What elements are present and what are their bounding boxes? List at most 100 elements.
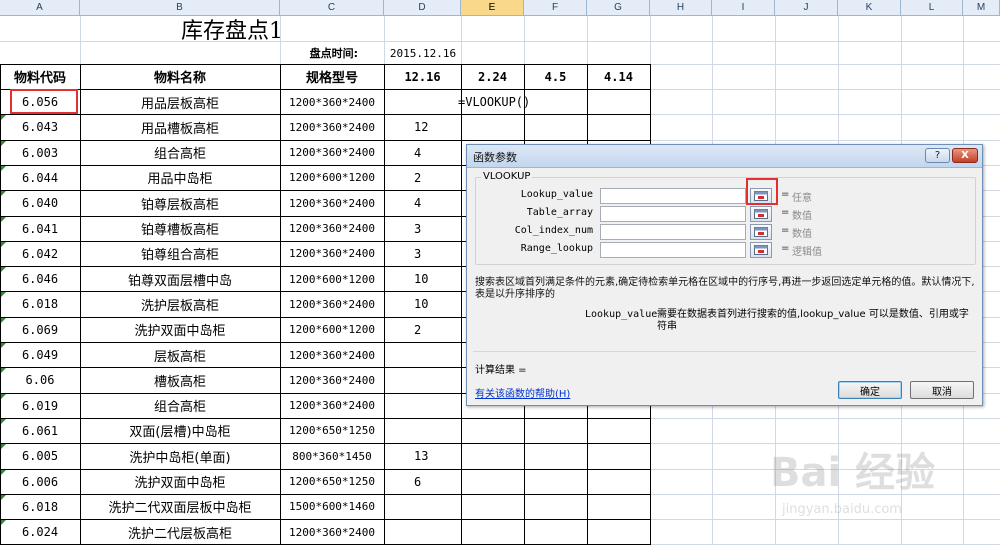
cell-material-code[interactable]: 6.003: [0, 141, 80, 165]
dialog-title-bar[interactable]: 函数参数 ? X: [467, 145, 982, 168]
header-spec[interactable]: 规格型号: [280, 64, 384, 89]
cell-qty[interactable]: 4: [384, 141, 461, 165]
cell-material-name[interactable]: 洗护二代层板高柜: [80, 520, 280, 544]
check-time-label[interactable]: 盘点时间:: [280, 42, 384, 64]
cell-qty[interactable]: [384, 394, 461, 418]
cell-material-name[interactable]: 洗护中岛柜(单面): [80, 444, 280, 468]
cell-material-name[interactable]: 洗护二代双面层板中岛柜: [80, 495, 280, 519]
cell-material-name[interactable]: 用品槽板高柜: [80, 115, 280, 139]
cell-material-name[interactable]: 用品层板高柜: [80, 90, 280, 114]
collapse-dialog-icon[interactable]: [750, 224, 772, 240]
function-help-link[interactable]: 有关该函数的帮助(H): [475, 385, 570, 400]
argument-input[interactable]: [600, 188, 746, 204]
cell-spec[interactable]: 1200*600*1200: [280, 318, 384, 342]
cell-material-name[interactable]: 组合高柜: [80, 394, 280, 418]
cell-material-code[interactable]: 6.061: [0, 419, 80, 443]
column-header-k[interactable]: K: [838, 0, 901, 16]
cell-spec[interactable]: 1200*360*2400: [280, 141, 384, 165]
cell-material-name[interactable]: 洗护双面中岛柜: [80, 318, 280, 342]
cell-spec[interactable]: 1200*360*2400: [280, 217, 384, 241]
cell-material-code[interactable]: 6.042: [0, 242, 80, 266]
cell-material-code[interactable]: 6.06: [0, 368, 80, 392]
cell-material-code[interactable]: 6.018: [0, 495, 80, 519]
cell-spec[interactable]: 1200*360*2400: [280, 368, 384, 392]
cell-spec[interactable]: 1200*360*2400: [280, 343, 384, 367]
cell-material-code[interactable]: 6.041: [0, 217, 80, 241]
header-material-code[interactable]: 物料代码: [0, 64, 80, 89]
cell-material-code[interactable]: 6.044: [0, 166, 80, 190]
cell-material-code[interactable]: 6.005: [0, 444, 80, 468]
cell-spec[interactable]: 1200*360*2400: [280, 242, 384, 266]
cell-material-code[interactable]: 6.024: [0, 520, 80, 544]
column-header-j[interactable]: J: [775, 0, 838, 16]
cell-material-name[interactable]: 洗护层板高柜: [80, 292, 280, 316]
cell-material-name[interactable]: 铂尊槽板高柜: [80, 217, 280, 241]
cell-qty[interactable]: 12: [384, 115, 461, 139]
cell-qty[interactable]: [384, 343, 461, 367]
cell-qty[interactable]: [384, 495, 461, 519]
column-header-l[interactable]: L: [901, 0, 963, 16]
cell-spec[interactable]: 1500*600*1460: [280, 495, 384, 519]
column-header-i[interactable]: I: [712, 0, 775, 16]
cell-material-name[interactable]: 用品中岛柜: [80, 166, 280, 190]
cell-qty[interactable]: 4: [384, 191, 461, 215]
header-material-name[interactable]: 物料名称: [80, 64, 280, 89]
column-header-h[interactable]: H: [650, 0, 712, 16]
cell-qty[interactable]: 10: [384, 267, 461, 291]
collapse-dialog-icon[interactable]: [750, 242, 772, 258]
cell-spec[interactable]: 1200*600*1200: [280, 267, 384, 291]
cell-spec[interactable]: 1200*360*2400: [280, 115, 384, 139]
cell-material-code[interactable]: 6.018: [0, 292, 80, 316]
formula-cell[interactable]: =VLOOKUP(): [458, 90, 548, 114]
argument-input[interactable]: [600, 224, 746, 240]
argument-input[interactable]: [600, 206, 746, 222]
header-date-2[interactable]: 4.5: [524, 64, 587, 89]
cell-material-name[interactable]: 双面(层槽)中岛柜: [80, 419, 280, 443]
header-date-3[interactable]: 4.14: [587, 64, 650, 89]
cell-spec[interactable]: 1200*650*1250: [280, 419, 384, 443]
cell-qty[interactable]: 6: [384, 470, 461, 494]
header-date-0[interactable]: 12.16: [384, 64, 461, 89]
cell-qty[interactable]: [384, 368, 461, 392]
cell-qty[interactable]: 10: [384, 292, 461, 316]
help-button[interactable]: ?: [925, 148, 950, 163]
collapse-dialog-icon[interactable]: [750, 206, 772, 222]
cell-qty[interactable]: 3: [384, 242, 461, 266]
cell-spec[interactable]: 1200*360*2400: [280, 191, 384, 215]
cell-spec[interactable]: 800*360*1450: [280, 444, 384, 468]
header-date-1[interactable]: 2.24: [461, 64, 524, 89]
column-header-f[interactable]: F: [524, 0, 587, 16]
cell-qty[interactable]: 2: [384, 318, 461, 342]
column-header-a[interactable]: A: [0, 0, 80, 16]
cell-qty[interactable]: 13: [384, 444, 461, 468]
column-header-d[interactable]: D: [384, 0, 461, 16]
cell-qty[interactable]: 3: [384, 217, 461, 241]
cell-material-name[interactable]: 铂尊组合高柜: [80, 242, 280, 266]
cell-material-code[interactable]: 6.019: [0, 394, 80, 418]
argument-input[interactable]: [600, 242, 746, 258]
cell-spec[interactable]: 1200*360*2400: [280, 394, 384, 418]
column-header-c[interactable]: C: [280, 0, 384, 16]
column-header-g[interactable]: G: [587, 0, 650, 16]
ok-button[interactable]: 确定: [838, 381, 902, 399]
sheet-title[interactable]: 库存盘点1: [80, 16, 384, 44]
cell-spec[interactable]: 1200*600*1200: [280, 166, 384, 190]
cell-material-code[interactable]: 6.043: [0, 115, 80, 139]
cell-material-code[interactable]: 6.069: [0, 318, 80, 342]
cell-material-code[interactable]: 6.049: [0, 343, 80, 367]
cell-material-code[interactable]: 6.006: [0, 470, 80, 494]
cell-material-name[interactable]: 洗护双面中岛柜: [80, 470, 280, 494]
cell-qty[interactable]: 2: [384, 166, 461, 190]
column-header-e[interactable]: E: [461, 0, 524, 16]
cell-material-code[interactable]: 6.046: [0, 267, 80, 291]
cell-spec[interactable]: 1200*650*1250: [280, 470, 384, 494]
cell-spec[interactable]: 1200*360*2400: [280, 520, 384, 544]
column-header-m[interactable]: M: [963, 0, 1000, 16]
cell-qty[interactable]: [384, 520, 461, 544]
cell-material-name[interactable]: 层板高柜: [80, 343, 280, 367]
cell-material-name[interactable]: 铂尊层板高柜: [80, 191, 280, 215]
check-time-value[interactable]: 2015.12.16: [384, 42, 462, 64]
cell-material-name[interactable]: 组合高柜: [80, 141, 280, 165]
close-button[interactable]: X: [952, 148, 978, 163]
cancel-button[interactable]: 取消: [910, 381, 974, 399]
